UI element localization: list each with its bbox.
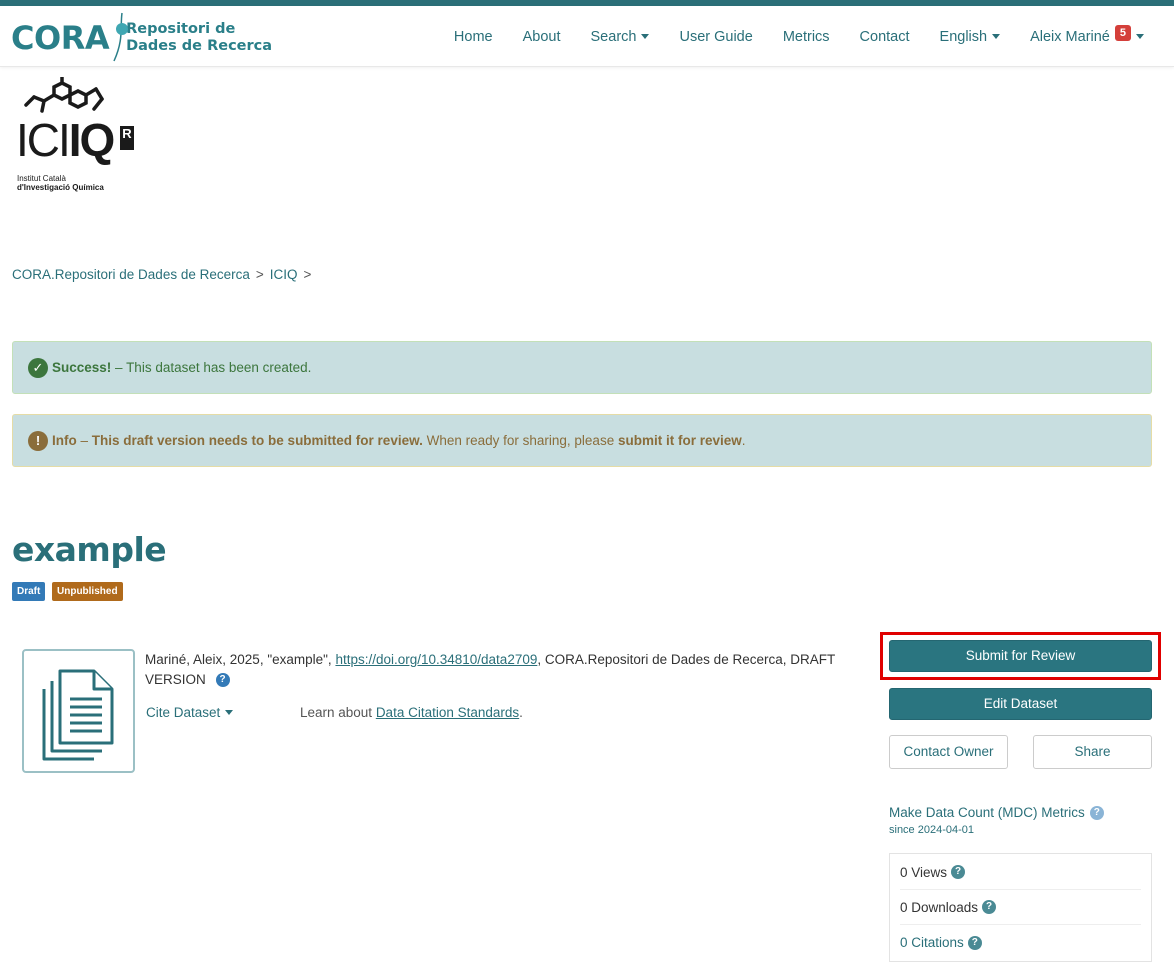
help-icon[interactable]: ? — [1089, 805, 1104, 820]
nav-search-label: Search — [590, 28, 637, 45]
cite-dataset-dropdown[interactable]: Cite Dataset — [146, 705, 234, 720]
metrics-since: since 2024-04-01 — [889, 824, 975, 836]
metrics-title-text: Make Data Count (MDC) Metrics — [889, 805, 1085, 820]
navbar: CORA Repositori de Dades de Recerca Home… — [0, 6, 1174, 67]
main-nav: Home About Search User Guide Metrics Con… — [424, 6, 1144, 67]
info-alert: ! Info – This draft version needs to be … — [12, 414, 1152, 467]
share-button[interactable]: Share — [1033, 735, 1152, 769]
breadcrumb-separator: > — [303, 267, 312, 282]
nav-user-label: Aleix Mariné — [1030, 28, 1110, 45]
citations-count[interactable]: 0 Citations — [900, 935, 964, 950]
registered-mark: R — [120, 126, 134, 150]
dataset-thumbnail — [22, 649, 135, 773]
views-count: 0 Views — [900, 864, 948, 880]
doi-link[interactable]: https://doi.org/10.34810/data2709 — [335, 652, 537, 667]
help-icon[interactable]: ? — [215, 673, 230, 688]
exclamation-circle-icon: ! — [28, 430, 48, 451]
breadcrumb-separator: > — [255, 267, 264, 282]
info-bold-text: This draft version needs to be submitted… — [91, 433, 423, 448]
info-separator: – — [76, 433, 92, 448]
info-label: Info — [52, 433, 77, 448]
draft-badge: Draft — [12, 582, 46, 601]
breadcrumb: CORA.Repositori de Dades de Recerca > IC… — [12, 267, 317, 282]
nav-about[interactable]: About — [523, 29, 561, 45]
info-text: When ready for sharing, please — [422, 433, 618, 448]
success-text: – This dataset has been created. — [111, 360, 312, 375]
brand-logo-link[interactable]: CORA Repositori de Dades de Recerca — [11, 10, 272, 66]
nav-user-guide[interactable]: User Guide — [679, 29, 752, 45]
metrics-panel: 0 Views ? 0 Downloads ? 0 Citations ? — [889, 853, 1152, 962]
help-icon[interactable]: ? — [982, 900, 997, 914]
breadcrumb-item-root[interactable]: CORA.Repositori de Dades de Recerca — [12, 267, 250, 282]
check-circle-icon: ✓ — [28, 357, 48, 378]
document-stack-icon — [42, 669, 114, 761]
citation-text: Mariné, Aleix, 2025, "example", https://… — [145, 652, 835, 688]
molecule-logo-icon — [24, 77, 104, 113]
metric-downloads: 0 Downloads ? — [900, 890, 1141, 925]
dataset-title: example — [12, 530, 167, 569]
cora-logo: CORA — [11, 12, 128, 62]
nav-contact[interactable]: Contact — [860, 29, 910, 45]
metrics-title: Make Data Count (MDC) Metrics ? — [889, 805, 1104, 820]
breadcrumb-item-iciq[interactable]: ICIQ — [270, 267, 298, 282]
institution-name: Institut Català d'Investigació Química — [17, 174, 104, 192]
info-end: . — [741, 433, 746, 448]
chevron-down-icon — [992, 34, 1001, 39]
nav-language-label: English — [939, 28, 988, 45]
success-label: Success! — [52, 360, 112, 375]
success-alert: ✓ Success! – This dataset has been creat… — [12, 341, 1152, 394]
nav-search-dropdown[interactable]: Search — [591, 29, 650, 45]
contact-owner-button[interactable]: Contact Owner — [889, 735, 1008, 769]
submit-for-review-button[interactable]: Submit for Review — [889, 640, 1152, 672]
help-icon[interactable]: ? — [951, 865, 966, 879]
chevron-down-icon — [1136, 34, 1144, 39]
downloads-count: 0 Downloads — [900, 899, 979, 915]
logo-molecule-icon — [113, 12, 128, 62]
nav-home[interactable]: Home — [454, 29, 493, 45]
notification-badge: 5 — [1114, 24, 1131, 41]
institution-logo: ICIIQ R Institut Català d'Investigació Q… — [14, 77, 139, 197]
unpublished-badge: Unpublished — [52, 582, 123, 601]
cite-dataset-label: Cite Dataset — [146, 705, 221, 720]
citation-standards-link[interactable]: Data Citation Standards — [376, 705, 519, 720]
nav-metrics[interactable]: Metrics — [783, 29, 830, 45]
chevron-down-icon — [225, 710, 234, 715]
iciq-wordmark: ICIIQ — [16, 114, 115, 166]
submit-review-link[interactable]: submit it for review — [618, 433, 742, 448]
metric-views: 0 Views ? — [900, 855, 1141, 890]
metric-citations[interactable]: 0 Citations ? — [900, 925, 1141, 960]
help-icon[interactable]: ? — [967, 935, 982, 950]
edit-dataset-button[interactable]: Edit Dataset — [889, 688, 1152, 720]
chevron-down-icon — [641, 34, 650, 39]
nav-language-dropdown[interactable]: English — [940, 29, 1001, 45]
learn-citation-text: Learn about Data Citation Standards. — [300, 705, 523, 720]
nav-user-dropdown[interactable]: Aleix Mariné 5 — [1030, 24, 1144, 45]
brand-subtitle: Repositori de Dades de Recerca — [126, 21, 273, 54]
